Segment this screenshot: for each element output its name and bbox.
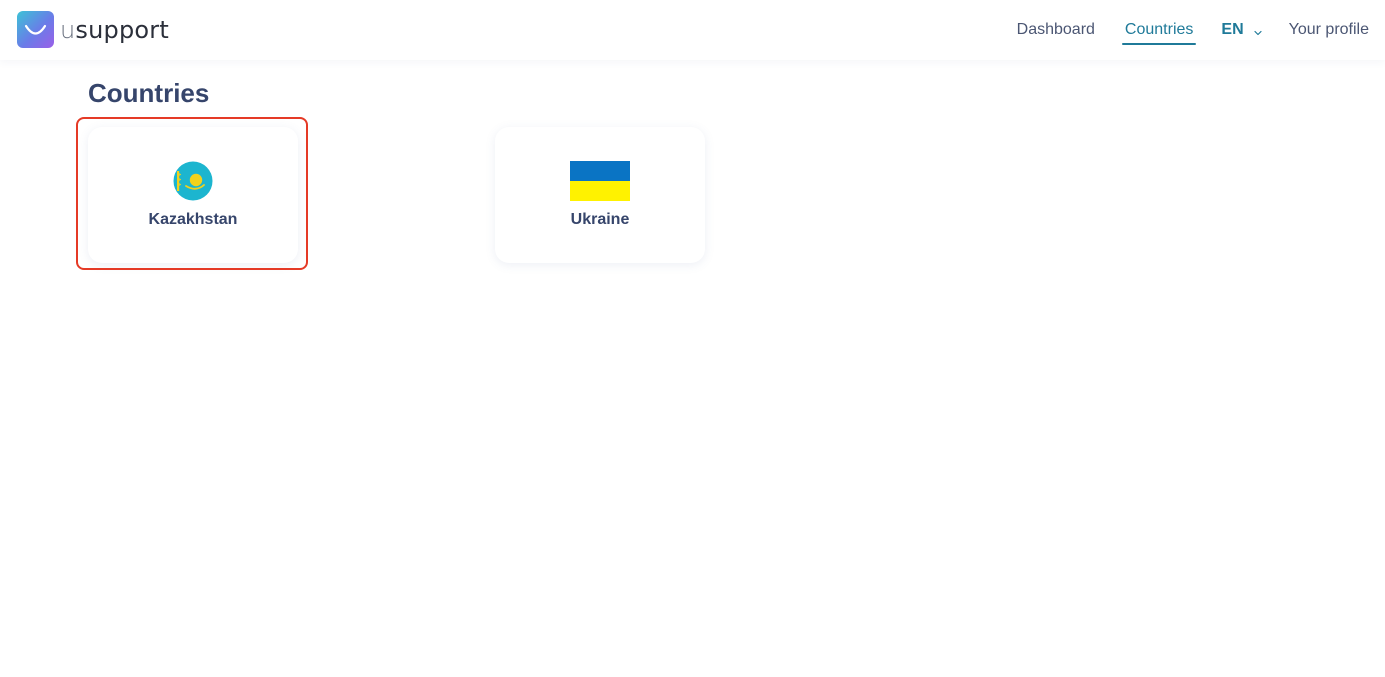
nav-dashboard-link[interactable]: Dashboard — [1017, 21, 1095, 39]
nav-countries-link[interactable]: Countries — [1121, 21, 1197, 45]
chevron-down-icon — [1253, 25, 1263, 36]
kazakhstan-flag-icon — [163, 161, 223, 201]
main-nav: Dashboard Countries EN Your profile — [987, 0, 1369, 60]
top-navigation-bar: usupport Dashboard Countries EN Your pro… — [0, 0, 1385, 60]
country-name: Ukraine — [570, 211, 630, 228]
logo-wordmark: usupport — [60, 15, 169, 44]
language-label: EN — [1221, 21, 1244, 38]
language-selector[interactable]: EN — [1221, 21, 1262, 39]
country-card-kazakhstan[interactable]: Kazakhstan — [88, 127, 298, 263]
usupport-logo[interactable]: usupport — [17, 11, 169, 48]
country-name: Kazakhstan — [148, 211, 238, 228]
country-card-ukraine[interactable]: Ukraine — [495, 127, 705, 263]
logo-smile-icon — [17, 11, 54, 48]
nav-profile-link[interactable]: Your profile — [1289, 21, 1369, 39]
ukraine-flag-icon — [570, 161, 630, 201]
page-title: Countries — [88, 78, 210, 108]
